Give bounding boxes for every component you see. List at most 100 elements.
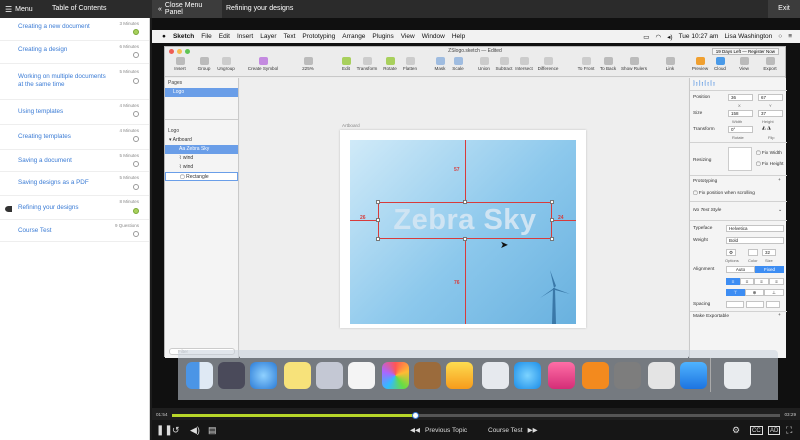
progress-handle[interactable]	[412, 412, 420, 419]
toc-item[interactable]: Using templates 4 Minutes	[0, 100, 149, 125]
itunes-icon[interactable]	[548, 362, 575, 389]
ibooks-icon[interactable]	[582, 362, 609, 389]
fullscreen-icon[interactable]: ⛶	[786, 424, 792, 436]
fix-scroll-option[interactable]: ▢ Fix position when scrolling	[693, 191, 755, 196]
page-item-logo[interactable]: Logo	[165, 88, 238, 97]
show-rulers-tool[interactable]: Show Rulers	[619, 57, 649, 71]
align-bottom-icon[interactable]: ⊥	[764, 289, 784, 296]
safari-icon[interactable]	[250, 362, 277, 389]
add-icon[interactable]: +	[778, 178, 781, 183]
align-middle-icon[interactable]: ⊕	[745, 289, 764, 296]
keynote-icon[interactable]	[482, 362, 509, 389]
align-right-icon[interactable]: ≡	[754, 278, 769, 285]
trial-badge[interactable]: 19 Days Left — Register Now	[711, 48, 779, 55]
resize-handle[interactable]	[550, 218, 554, 222]
document-icon[interactable]	[648, 362, 675, 389]
notes-icon[interactable]	[284, 362, 311, 389]
layer-item[interactable]: ▢ Rectangle	[165, 172, 238, 181]
create-symbol-tool[interactable]: Create Symbol	[247, 57, 279, 71]
align-toolbar[interactable]: ⫿ ⫾ ⫿ ⫾ ⫿ ⫾ ⫿ ⫾	[693, 81, 715, 87]
trash-icon[interactable]	[724, 362, 751, 389]
fixed-width-button[interactable]: Fixed	[755, 266, 784, 273]
replay-icon[interactable]: ↺	[172, 424, 180, 436]
make-exportable[interactable]: Make Exportable	[693, 314, 729, 319]
intersect-tool[interactable]: Intersect	[511, 57, 537, 71]
messages-icon[interactable]	[514, 362, 541, 389]
fix-height-option[interactable]: ▢ Fix Height	[756, 162, 783, 167]
toc-item[interactable]: Course Test 9 Questions	[0, 220, 149, 242]
transcript-icon[interactable]: ▤	[208, 424, 217, 436]
previous-topic-button[interactable]: ◀◀ Previous Topic	[410, 424, 467, 436]
resize-handle[interactable]	[376, 237, 380, 241]
line-spacing-input[interactable]	[746, 301, 764, 308]
finder-icon[interactable]	[186, 362, 213, 389]
layer-item[interactable]: ⌇ wind	[165, 154, 238, 163]
toc-item[interactable]: Working on multiple documents at the sam…	[0, 64, 149, 100]
rotate-input[interactable]: 0°	[728, 126, 753, 133]
typeface-select[interactable]: Helvetica	[726, 225, 784, 232]
pause-icon[interactable]: ❚❚	[156, 424, 173, 436]
fix-width-option[interactable]: ▢ Fix Width	[756, 151, 782, 156]
export-tool[interactable]: Export	[757, 57, 783, 71]
resize-handle[interactable]	[550, 200, 554, 204]
closed-captions-icon[interactable]: CC	[750, 426, 763, 435]
y-position-input[interactable]: 67	[758, 94, 783, 101]
resize-handle[interactable]	[376, 200, 380, 204]
align-top-icon[interactable]: ⊤	[726, 289, 745, 296]
add-export-icon[interactable]: +	[778, 313, 781, 318]
text-style-select[interactable]: No Text Style	[693, 208, 721, 213]
layer-item[interactable]: ▾ Artboard	[165, 136, 238, 145]
resizing-widget[interactable]	[728, 147, 752, 171]
resize-handle[interactable]	[376, 218, 380, 222]
color-swatch[interactable]	[748, 249, 758, 256]
artboard[interactable]: 57 76 26 24 Zebra Sky ➤	[340, 130, 586, 328]
insert-tool[interactable]: Insert	[167, 57, 193, 71]
auto-width-button[interactable]: Auto	[726, 266, 755, 273]
close-menu-panel-button[interactable]: « Close Menu Panel	[152, 0, 222, 18]
next-topic-button[interactable]: Course Test ▶▶	[488, 424, 538, 436]
gear-icon[interactable]: ⚙	[726, 249, 736, 256]
toc-item[interactable]: Creating a design 6 Minutes	[0, 41, 149, 64]
ungroup-tool[interactable]: Ungroup	[213, 57, 239, 71]
system-preferences-icon[interactable]	[614, 362, 641, 389]
height-input[interactable]: 37	[758, 110, 783, 117]
resize-handle[interactable]	[463, 200, 467, 204]
design-canvas[interactable]: Artboard 57 76 26 24 Zebra Sky ➤	[240, 78, 688, 358]
difference-tool[interactable]: Difference	[535, 57, 561, 71]
notefile-icon[interactable]	[414, 362, 441, 389]
weight-select[interactable]: Bold	[726, 237, 784, 244]
to-back-tool[interactable]: To Back	[595, 57, 621, 71]
paragraph-spacing-input[interactable]	[766, 301, 780, 308]
app-store-icon[interactable]	[680, 362, 707, 389]
audio-description-icon[interactable]: AD	[768, 426, 781, 435]
volume-icon[interactable]: ◀)	[190, 424, 200, 436]
toc-item[interactable]: Creating templates 4 Minutes	[0, 125, 149, 150]
font-size-input[interactable]: 32	[762, 249, 776, 256]
toc-item[interactable]: Saving designs as a PDF 5 Minutes	[0, 172, 149, 196]
resize-handle[interactable]	[463, 237, 467, 241]
align-left-icon[interactable]: ≡	[726, 278, 740, 285]
layer-item[interactable]: Aa Zebra Sky	[165, 145, 238, 154]
flatten-tool[interactable]: Flatten	[397, 57, 423, 71]
character-spacing-input[interactable]	[726, 301, 744, 308]
scale-tool[interactable]: Scale	[445, 57, 471, 71]
view-tool[interactable]: View	[731, 57, 757, 71]
toc-item-current[interactable]: Refining your designs 8 Minutes	[0, 196, 149, 220]
launchpad-icon[interactable]	[218, 362, 245, 389]
resize-handle[interactable]	[550, 237, 554, 241]
sketch-app-icon[interactable]	[446, 362, 473, 389]
layer-item[interactable]: ⌇ wind	[165, 163, 238, 172]
cloud-tool[interactable]: Cloud	[707, 57, 733, 71]
x-position-input[interactable]: 36	[728, 94, 753, 101]
align-justify-icon[interactable]: ≡	[769, 278, 784, 285]
photos-icon[interactable]	[382, 362, 409, 389]
menu-button[interactable]: ☰ Menu	[0, 0, 50, 18]
settings-icon[interactable]: ⚙	[732, 424, 740, 436]
exit-button[interactable]: Exit	[768, 0, 800, 18]
link-tool[interactable]: Link	[657, 57, 683, 71]
toc-item[interactable]: Creating a new document 3 Minutes	[0, 18, 149, 41]
preview-app-icon[interactable]	[316, 362, 343, 389]
flip-icon[interactable]: ◭ ◮	[762, 126, 771, 131]
align-center-icon[interactable]: ≡	[740, 278, 754, 285]
zoom-tool[interactable]: 225%	[295, 57, 321, 71]
